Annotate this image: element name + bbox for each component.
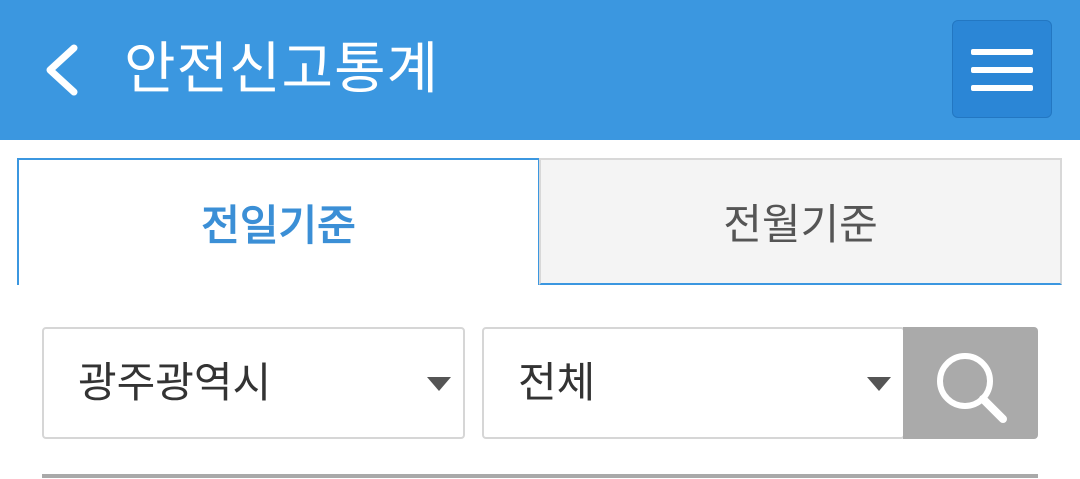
chevron-left-icon	[46, 44, 78, 96]
search-icon	[937, 353, 1007, 423]
region-select-value: 광주광역시	[78, 358, 272, 407]
app-header: 안전신고통계	[0, 0, 1080, 140]
region-select[interactable]: 광주광역시	[42, 327, 465, 439]
back-button[interactable]	[34, 40, 94, 100]
caret-down-icon	[427, 377, 451, 391]
category-select[interactable]: 전체	[482, 327, 905, 439]
divider	[42, 474, 1038, 478]
period-tabs: 전일기준 전월기준	[17, 158, 1062, 285]
tab-previous-day[interactable]: 전일기준	[17, 158, 540, 285]
caret-down-icon	[867, 377, 891, 391]
page-title: 안전신고통계	[124, 37, 440, 102]
menu-button[interactable]	[952, 20, 1052, 118]
category-select-value: 전체	[518, 358, 596, 407]
tab-previous-month[interactable]: 전월기준	[539, 158, 1062, 285]
search-button[interactable]	[903, 327, 1038, 439]
